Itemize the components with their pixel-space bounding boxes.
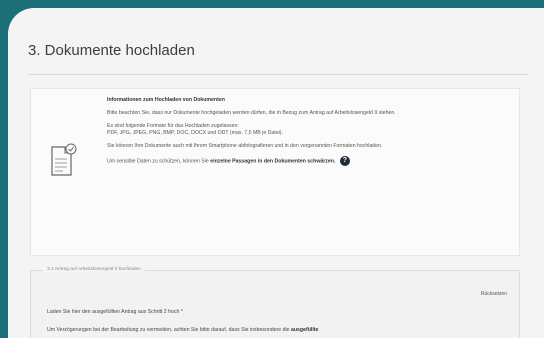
info-paragraph-relevance: Bitte beachten Sie, dass nur Dokumente h… [107, 110, 396, 116]
info-paragraph-redact: Um sensible Daten zu schützen, können Si… [107, 156, 505, 166]
hint-bold: ausgefüllte [290, 327, 319, 333]
title-divider [28, 74, 528, 75]
formats-intro: Es sind folgende Formate für das Hochlad… [107, 123, 239, 129]
document-upload-icon [51, 143, 77, 176]
upload-section: 3.1 Antrag auf Arbeitslosengeld II hochl… [30, 267, 520, 338]
upload-hint: Um Verzögerungen bei der Bearbeitung zu … [47, 327, 318, 333]
info-paragraph-smartphone: Sie können Ihre Dokumente auch mit Ihrem… [107, 143, 383, 149]
formats-list: PDF, JPG, JPEG, PNG, BMP, DOC, DOCX und … [107, 130, 283, 136]
info-paragraph-formats: Es sind folgende Formate für das Hochlad… [107, 123, 505, 137]
page-title: 3. Dokumente hochladen [28, 42, 195, 59]
help-icon[interactable]: ? [339, 156, 350, 166]
upload-card: 3. Dokumente hochladen Informationen zum… [8, 8, 544, 338]
redact-text: Um sensible Daten zu schützen, können Si… [107, 158, 209, 165]
info-box: Informationen zum Hochladen von Dokument… [30, 88, 520, 256]
info-text: Informationen zum Hochladen von Dokument… [107, 97, 505, 172]
hint-text: Um Verzögerungen bei der Bearbeitung zu … [47, 327, 290, 333]
upload-field-label: Laden Sie hier den ausgefüllten Antrag a… [47, 309, 183, 315]
redact-link[interactable]: einzelne Passagen in den Dokumenten schw… [210, 158, 335, 164]
reset-button[interactable]: Rücksetzen [481, 291, 507, 297]
section-legend: 3.1 Antrag auf Arbeitslosengeld II hochl… [43, 267, 145, 272]
info-heading: Informationen zum Hochladen von Dokument… [107, 97, 225, 103]
